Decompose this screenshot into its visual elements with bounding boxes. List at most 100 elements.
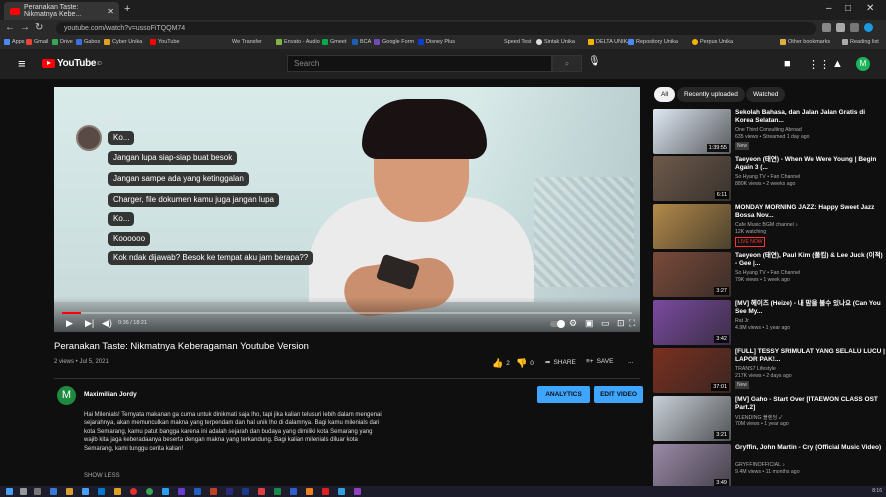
chip-watched[interactable]: Watched <box>746 87 786 102</box>
minimize-icon[interactable]: – <box>826 3 832 14</box>
menu-icon[interactable]: ≡ <box>18 56 26 71</box>
maximize-icon[interactable]: □ <box>845 3 851 14</box>
url-field[interactable]: youtube.com/watch?v=ussoFiTQQM74 <box>56 22 816 35</box>
bookmark-perpus-unika[interactable]: Perpus Unika <box>692 39 733 45</box>
taskbar-app-icon[interactable] <box>82 488 89 495</box>
channel-name[interactable]: Maximilian Jordy <box>84 391 137 398</box>
like-button[interactable]: 👍 2 <box>492 358 510 369</box>
taskbar-app-icon[interactable] <box>290 488 297 495</box>
next-icon[interactable]: ▶| <box>85 318 94 329</box>
taskbar-app-icon[interactable] <box>258 488 265 495</box>
recommendation-item[interactable]: MONDAY MORNING JAZZ: Happy Sweet Jazz Bo… <box>653 204 885 250</box>
video-thumbnail[interactable]: 3:21 <box>653 396 731 441</box>
progress-bar[interactable] <box>62 312 632 314</box>
bookmark-google-form[interactable]: Google Form <box>374 39 414 45</box>
video-thumbnail[interactable]: 3:27 <box>653 252 731 297</box>
word-icon[interactable] <box>194 488 201 495</box>
close-window-icon[interactable]: ✕ <box>866 3 874 14</box>
tab-close-icon[interactable]: ✕ <box>107 7 114 16</box>
recommendation-title[interactable]: MONDAY MORNING JAZZ: Happy Sweet Jazz Bo… <box>735 204 885 220</box>
bookmark-bca[interactable]: BCA <box>352 39 371 45</box>
taskbar-app-icon[interactable] <box>354 488 361 495</box>
photoshop-icon[interactable] <box>242 488 249 495</box>
microphone-icon[interactable]: 🎙 <box>588 56 601 67</box>
taskbar-app-icon[interactable] <box>146 488 153 495</box>
taskbar-app-icon[interactable] <box>98 488 105 495</box>
theater-mode-icon[interactable]: ▭ <box>601 318 610 329</box>
video-thumbnail[interactable]: 1:39:55 <box>653 109 731 154</box>
analytics-button[interactable]: ANALYTICS <box>537 386 590 403</box>
taskbar-search-icon[interactable] <box>20 488 27 495</box>
bookmark-cyber-unika[interactable]: Cyber Unika <box>104 39 142 45</box>
taskbar-app-icon[interactable] <box>178 488 185 495</box>
show-less-button[interactable]: SHOW LESS <box>84 473 120 479</box>
bookmark-disney-plus[interactable]: Disney Plus <box>418 39 455 45</box>
search-button[interactable]: ⌕ <box>552 55 582 72</box>
edit-video-button[interactable]: EDIT VIDEO <box>594 386 643 403</box>
bookmark-sintak-unika[interactable]: Sintak Unika <box>536 39 575 45</box>
fullscreen-icon[interactable]: ⛶ <box>629 318 635 329</box>
video-thumbnail[interactable]: 3:49 <box>653 444 731 489</box>
channel-avatar[interactable]: M <box>57 386 76 405</box>
recommendation-title[interactable]: Taeyeon (태연) - When We Were Young | Begi… <box>735 156 885 172</box>
youtube-logo[interactable]: YouTube ID <box>42 58 102 69</box>
recommendation-item[interactable]: 3:27 Taeyeon (태연), Paul Kim (폴킴) & Lee Ju… <box>653 252 885 298</box>
settings-icon[interactable]: ⚙ <box>569 318 577 329</box>
more-actions-button[interactable]: ... <box>628 358 633 365</box>
bookmark-gabos[interactable]: Gabos <box>76 39 100 45</box>
taskbar-app-icon[interactable] <box>50 488 57 495</box>
chip-all[interactable]: All <box>654 87 676 102</box>
taskbar-app-icon[interactable] <box>322 488 329 495</box>
taskbar-app-icon[interactable] <box>338 488 345 495</box>
new-tab-icon[interactable]: + <box>124 3 130 15</box>
extension-icon[interactable] <box>822 23 831 32</box>
video-player[interactable]: Ellen Ko... Jangan lupa siap-siap buat b… <box>54 87 640 332</box>
miniplayer-icon[interactable]: ▣ <box>585 318 594 329</box>
bookmark-delta-unika[interactable]: DELTA UNIKA <box>588 39 631 45</box>
video-thumbnail[interactable]: 37:01 <box>653 348 731 393</box>
create-video-icon[interactable]: ■ <box>784 58 791 70</box>
bookmark-other[interactable]: Other bookmarks <box>780 39 830 45</box>
bookmark-wetransfer[interactable]: We Transfer <box>232 39 262 45</box>
taskbar-app-icon[interactable] <box>274 488 281 495</box>
recommendation-item[interactable]: 3:42 [MV] 헤이즈 (Heize) - 내 맘을 볼수 있나요 (Can … <box>653 300 885 346</box>
file-explorer-icon[interactable] <box>66 488 73 495</box>
reload-icon[interactable]: ↻ <box>35 22 43 33</box>
recommendation-title[interactable]: Gryffin, John Martin - Cry (Official Mus… <box>735 444 885 452</box>
reading-list-icon[interactable] <box>850 23 859 32</box>
apps-grid-icon[interactable]: ⋮⋮ <box>808 58 830 71</box>
dislike-button[interactable]: 👎 0 <box>516 358 534 369</box>
recommendation-item[interactable]: 3:21 [MV] Gaho - Start Over [ITAEWON CLAS… <box>653 396 885 442</box>
save-button[interactable]: ≡+ SAVE <box>586 358 613 365</box>
bookmark-repository-unika[interactable]: Repository Unika <box>628 39 678 45</box>
taskbar-app-icon[interactable] <box>306 488 313 495</box>
recommendation-title[interactable]: [MV] Gaho - Start Over [ITAEWON CLASS OS… <box>735 396 885 412</box>
recommendation-item[interactable]: 1:39:55 Sekolah Bahasa, dan Jalan Jalan G… <box>653 109 885 155</box>
bookmark-envato[interactable]: Envato - Audio <box>276 39 320 45</box>
bookmark-gmeet[interactable]: Gmeet <box>322 39 347 45</box>
autoplay-toggle[interactable] <box>550 320 565 328</box>
taskbar-app-icon[interactable] <box>162 488 169 495</box>
taskbar-app-icon[interactable] <box>114 488 121 495</box>
recommendation-item[interactable]: 6:11 Taeyeon (태연) - When We Were Young | … <box>653 156 885 202</box>
chip-recently-uploaded[interactable]: Recently uploaded <box>677 87 745 102</box>
recommendation-item[interactable]: 3:49 Gryffin, John Martin - Cry (Official… <box>653 444 885 490</box>
task-view-icon[interactable] <box>34 488 41 495</box>
start-icon[interactable] <box>6 488 13 495</box>
account-avatar[interactable]: M <box>856 57 870 71</box>
video-thumbnail[interactable]: 6:11 <box>653 156 731 201</box>
share-button[interactable]: ➦ SHARE <box>545 358 576 367</box>
recommendation-item[interactable]: 37:01 [FULL] TESSY SRIMULAT YANG SELALU L… <box>653 348 885 394</box>
search-input[interactable]: Search <box>287 55 552 72</box>
back-icon[interactable]: ← <box>5 22 15 33</box>
play-icon[interactable]: ▶ <box>66 318 73 329</box>
recommendation-title[interactable]: [FULL] TESSY SRIMULAT YANG SELALU LUCU |… <box>735 348 885 364</box>
recommendation-title[interactable]: [MV] 헤이즈 (Heize) - 내 맘을 볼수 있나요 (Can You … <box>735 300 885 316</box>
chrome-icon[interactable] <box>130 488 137 495</box>
volume-icon[interactable]: ◀) <box>102 318 112 329</box>
video-thumbnail[interactable] <box>653 204 731 249</box>
puzzle-icon[interactable] <box>836 23 845 32</box>
bookmark-drive[interactable]: Drive <box>52 39 73 45</box>
bookmark-speed-test[interactable]: Speed Test <box>504 39 531 45</box>
bookmark-apps[interactable]: Apps <box>4 39 25 45</box>
